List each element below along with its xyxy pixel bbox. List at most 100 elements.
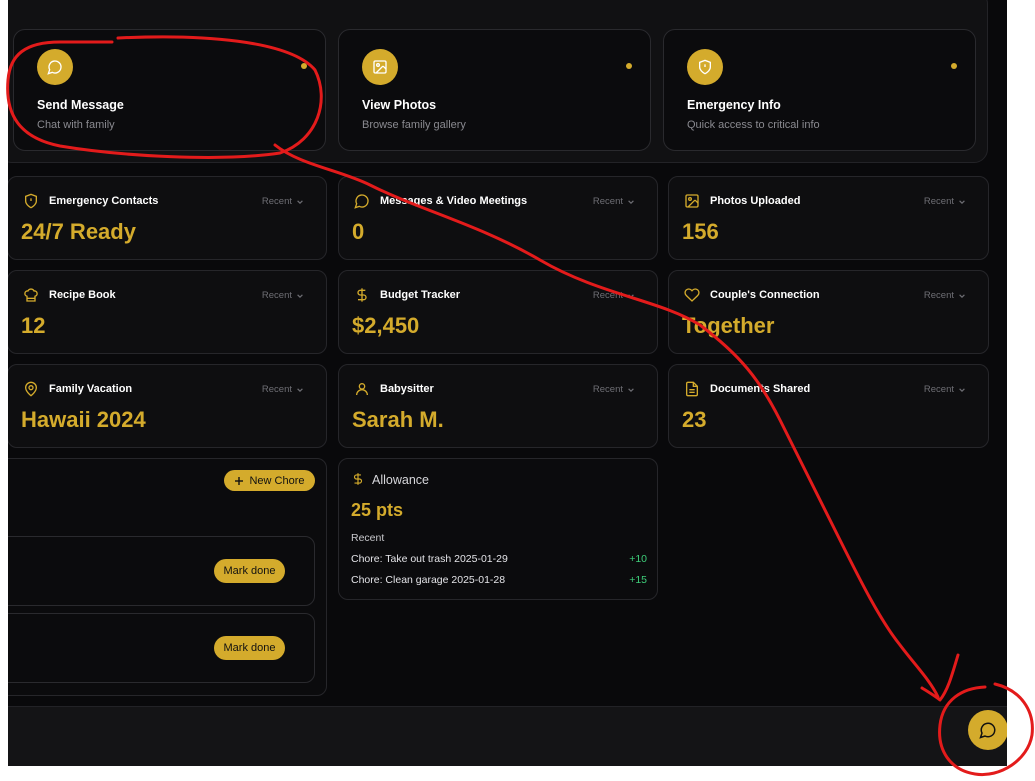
stat-value: Sarah M.: [352, 407, 444, 432]
stat-card-babysitter[interactable]: Babysitter Recent Sarah M.: [338, 364, 658, 448]
chevron-down-icon: [628, 199, 634, 204]
stat-value: $2,450: [352, 313, 420, 338]
dollar-icon: [351, 472, 365, 491]
recent-filter-dropdown[interactable]: Recent: [924, 196, 966, 207]
chevron-down-icon: [628, 293, 634, 298]
allowance-title: Allowance: [372, 473, 429, 487]
recent-filter-label: Recent: [261, 290, 292, 301]
recent-filter-label: Recent: [923, 196, 954, 207]
quick-action-send-message[interactable]: Send Message Chat with family: [13, 29, 326, 151]
recent-filter-label: Recent: [923, 384, 954, 395]
stat-title: Recipe Book: [49, 289, 116, 301]
allowance-card: Allowance 25 pts Recent Chore: Take out …: [338, 458, 658, 600]
shield-icon: [22, 192, 40, 210]
document-icon: [683, 380, 701, 398]
quick-action-title: Emergency Info: [687, 98, 781, 112]
stat-card-recipe-book[interactable]: Recipe Book Recent 12: [8, 270, 327, 354]
quick-action-subtitle: Browse family gallery: [362, 119, 466, 131]
mark-done-button[interactable]: Mark done: [214, 559, 285, 583]
new-chore-label: New Chore: [249, 474, 305, 487]
stat-value: Hawaii 2024: [21, 407, 146, 432]
transaction-row: Chore: Clean garage 2025-01-28 +15: [351, 574, 647, 586]
heart-icon: [683, 286, 701, 304]
quick-action-view-photos[interactable]: View Photos Browse family gallery: [338, 29, 651, 151]
new-chore-button[interactable]: New Chore: [224, 470, 315, 491]
user-icon: [353, 380, 371, 398]
quick-action-emergency-info[interactable]: Emergency Info Quick access to critical …: [663, 29, 976, 151]
stat-value: 0: [352, 219, 365, 244]
stat-card-photos-uploaded[interactable]: Photos Uploaded Recent 156: [668, 176, 989, 260]
recent-filter-label: Recent: [923, 290, 954, 301]
chevron-down-icon: [959, 199, 965, 204]
stat-title: Photos Uploaded: [710, 195, 801, 207]
footer-bar: [8, 706, 1007, 766]
stat-value: 24/7 Ready: [21, 219, 136, 244]
stat-title: Babysitter: [380, 383, 434, 395]
image-icon: [683, 192, 701, 210]
recent-filter-dropdown[interactable]: Recent: [262, 290, 304, 301]
stat-value: 156: [682, 219, 719, 244]
recent-filter-dropdown[interactable]: Recent: [593, 290, 635, 301]
stat-title: Documents Shared: [710, 383, 811, 395]
transaction-row: Chore: Take out trash 2025-01-29 +10: [351, 553, 647, 565]
image-icon: [362, 49, 398, 85]
recent-filter-dropdown[interactable]: Recent: [262, 196, 304, 207]
recent-filter-dropdown[interactable]: Recent: [593, 196, 635, 207]
quick-action-subtitle: Chat with family: [37, 119, 115, 131]
stat-card-family-vacation[interactable]: Family Vacation Recent Hawaii 2024: [8, 364, 327, 448]
chef-hat-icon: [22, 286, 40, 304]
map-pin-icon: [22, 380, 40, 398]
status-dot: [951, 63, 957, 69]
chat-icon: [979, 722, 996, 739]
mark-done-button[interactable]: Mark done: [214, 636, 285, 660]
chat-icon: [37, 49, 73, 85]
stat-value: Together: [682, 313, 775, 338]
chore-item: Mark done: [8, 613, 315, 683]
stat-card-messages[interactable]: Messages & Video Meetings Recent 0: [338, 176, 658, 260]
app-window: Send Message Chat with family View Photo…: [8, 0, 1007, 766]
stat-card-budget-tracker[interactable]: Budget Tracker Recent $2,450: [338, 270, 658, 354]
chevron-down-icon: [959, 293, 965, 298]
stat-card-documents-shared[interactable]: Documents Shared Recent 23: [668, 364, 989, 448]
transaction-amount: +10: [629, 553, 647, 565]
allowance-recent-heading: Recent: [351, 532, 385, 544]
stat-title: Budget Tracker: [380, 289, 461, 301]
stat-card-couples-connection[interactable]: Couple's Connection Recent Together: [668, 270, 989, 354]
recent-filter-label: Recent: [261, 384, 292, 395]
stat-title: Couple's Connection: [710, 289, 820, 301]
stat-title: Messages & Video Meetings: [380, 195, 528, 207]
recent-filter-label: Recent: [592, 196, 623, 207]
recent-filter-dropdown[interactable]: Recent: [924, 290, 966, 301]
recent-filter-label: Recent: [592, 290, 623, 301]
status-dot: [626, 63, 632, 69]
chore-item: Mark done: [8, 536, 315, 606]
shield-icon: [687, 49, 723, 85]
allowance-points: 25 pts: [351, 500, 404, 520]
recent-filter-label: Recent: [261, 196, 292, 207]
stat-value: 23: [682, 407, 707, 432]
recent-filter-dropdown[interactable]: Recent: [924, 384, 966, 395]
chevron-down-icon: [297, 199, 303, 204]
recent-filter-dropdown[interactable]: Recent: [593, 384, 635, 395]
quick-action-title: Send Message: [37, 98, 124, 112]
stat-title: Family Vacation: [49, 383, 133, 395]
recent-filter-label: Recent: [592, 384, 623, 395]
transaction-amount: +15: [629, 574, 647, 586]
floating-chat-button[interactable]: [968, 710, 1007, 750]
chevron-down-icon: [297, 293, 303, 298]
status-dot: [301, 63, 307, 69]
quick-action-title: View Photos: [362, 98, 437, 112]
transaction-label: Chore: Clean garage 2025-01-28: [351, 574, 506, 586]
quick-action-subtitle: Quick access to critical info: [687, 119, 820, 131]
transaction-label: Chore: Take out trash 2025-01-29: [351, 553, 508, 565]
chat-icon: [353, 192, 371, 210]
stat-card-emergency-contacts[interactable]: Emergency Contacts Recent 24/7 Ready: [8, 176, 327, 260]
recent-filter-dropdown[interactable]: Recent: [262, 384, 304, 395]
stat-value: 12: [21, 313, 46, 338]
plus-icon: [235, 476, 244, 485]
chevron-down-icon: [297, 387, 303, 392]
dollar-icon: [353, 286, 371, 304]
stat-title: Emergency Contacts: [49, 195, 159, 207]
chevron-down-icon: [628, 387, 634, 392]
chevron-down-icon: [959, 387, 965, 392]
